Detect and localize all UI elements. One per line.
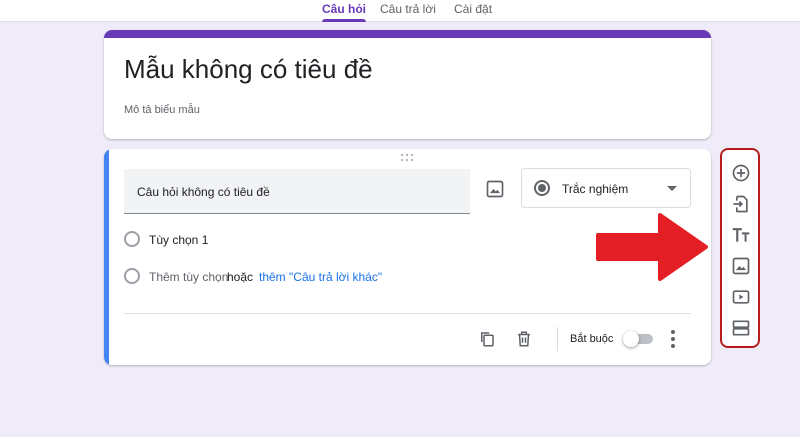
add-title-button[interactable] [731, 225, 751, 245]
option-1-radio-icon [124, 231, 140, 247]
add-other-link[interactable]: thêm "Câu trả lời khác" [259, 270, 382, 284]
title-card-accent-bar [104, 30, 711, 38]
more-options-icon[interactable] [670, 330, 676, 348]
copy-icon [481, 332, 494, 347]
form-title-card[interactable]: Mẫu không có tiêu đề Mô tả biểu mẫu [104, 30, 711, 139]
add-question-button[interactable] [731, 163, 751, 183]
trash-icon [518, 331, 530, 347]
import-questions-icon [733, 195, 748, 213]
red-arrow-annotation [594, 211, 710, 283]
tab-settings-label: Cài đặt [454, 2, 493, 16]
active-tab-indicator [322, 19, 366, 22]
drag-handle-icon[interactable] [401, 154, 415, 162]
add-question-icon [732, 164, 750, 182]
radio-button-checked-icon [534, 180, 550, 196]
add-image-icon [732, 257, 750, 275]
add-video-icon [732, 290, 750, 304]
tab-responses-label: Câu trả lời [380, 2, 436, 16]
add-option-radio-icon [124, 268, 140, 284]
question-title-text: Câu hỏi không có tiêu đề [137, 185, 270, 199]
delete-button[interactable] [515, 330, 533, 348]
duplicate-button[interactable] [478, 330, 496, 348]
top-tab-bar: Câu hỏi Câu trả lời Cài đặt [0, 0, 800, 22]
tab-responses[interactable]: Câu trả lời [380, 0, 446, 22]
image-icon [486, 180, 504, 198]
form-description[interactable]: Mô tả biểu mẫu [124, 104, 200, 116]
form-title[interactable]: Mẫu không có tiêu đề [124, 54, 373, 84]
dropdown-arrow-icon [667, 186, 677, 191]
question-type-dropdown[interactable]: Trắc nghiệm [521, 168, 691, 208]
add-question-image-button[interactable] [485, 179, 505, 199]
toggle-thumb [623, 331, 639, 347]
footer-vertical-divider [557, 327, 558, 351]
add-video-button[interactable] [731, 287, 751, 307]
import-questions-button[interactable] [731, 194, 751, 214]
add-option-link[interactable]: Thêm tùy chọn [149, 270, 228, 284]
question-card-focus-bar [104, 149, 109, 365]
question-type-label: Trắc nghiệm [562, 182, 629, 196]
question-footer-divider [124, 313, 691, 314]
tab-settings[interactable]: Cài đặt [454, 0, 504, 22]
required-toggle[interactable] [623, 331, 655, 347]
question-title-input[interactable]: Câu hỏi không có tiêu đề [124, 169, 470, 214]
option-1-input[interactable]: Tùy chọn 1 [149, 233, 208, 247]
add-image-button[interactable] [731, 256, 751, 276]
add-title-icon [732, 228, 750, 242]
or-label: hoặc [227, 270, 254, 284]
tab-questions[interactable]: Câu hỏi [322, 0, 366, 22]
required-label: Bắt buộc [570, 333, 614, 345]
add-section-icon [732, 320, 750, 336]
floating-side-toolbar [720, 148, 760, 348]
tab-questions-label: Câu hỏi [322, 2, 366, 16]
add-section-button[interactable] [731, 318, 751, 338]
